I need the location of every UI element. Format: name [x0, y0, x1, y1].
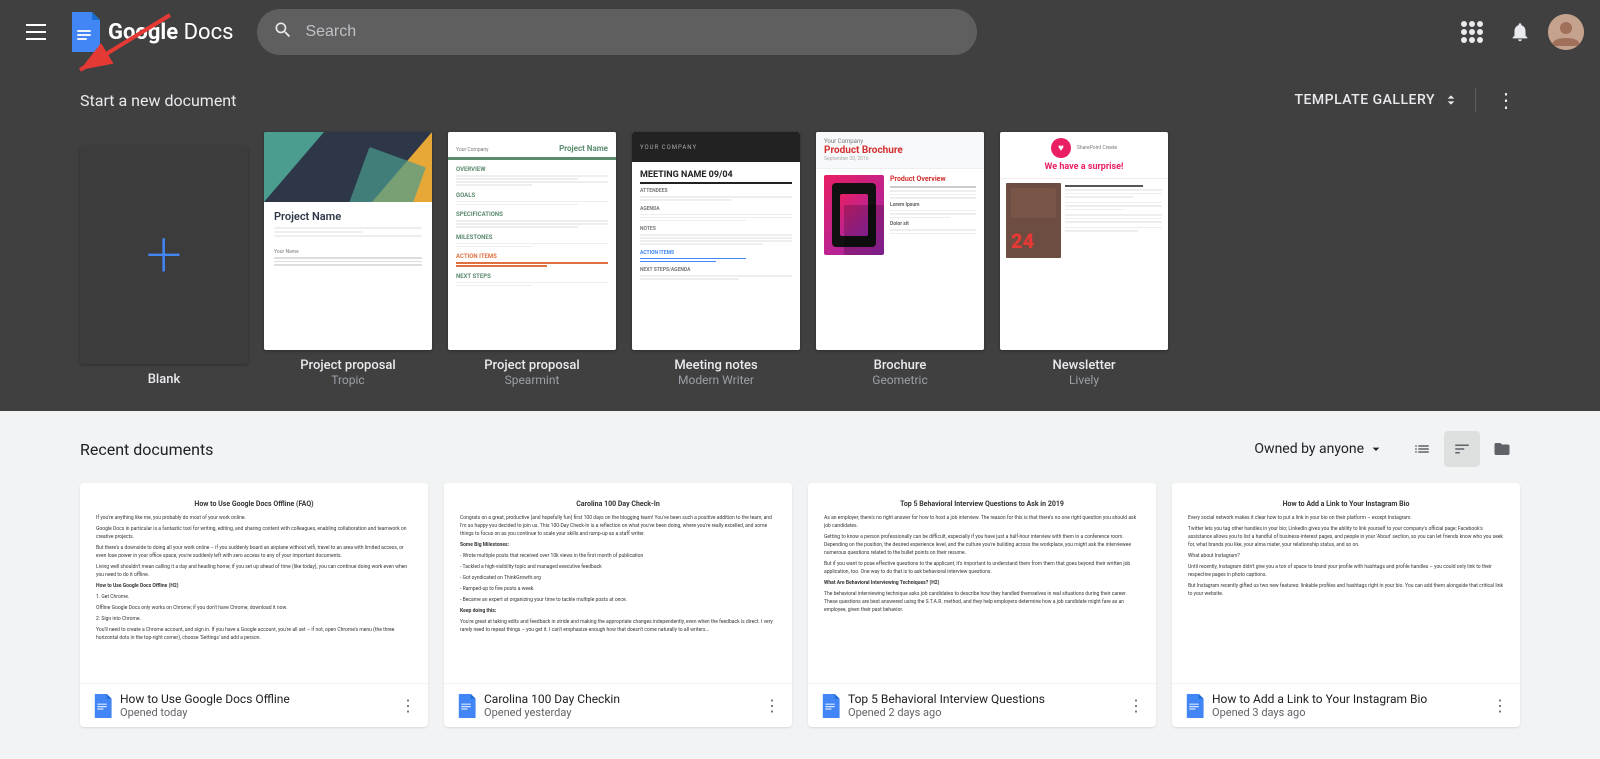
recent-section-title: Recent documents	[80, 440, 213, 459]
template-name-tropic: Project proposal	[300, 358, 395, 373]
doc-info-3: How to Add a Link to Your Instagram Bio …	[1212, 692, 1484, 719]
newsletter-thumbnail: ♥ SharePoint Create We have a surprise! …	[1000, 132, 1168, 350]
doc-more-button-3[interactable]: ⋮	[1492, 696, 1508, 715]
doc-date-2: Opened 2 days ago	[848, 706, 1120, 719]
folder-button[interactable]	[1484, 431, 1520, 467]
tropic-thumbnail: Project Name Your Name	[264, 132, 432, 350]
notifications-button[interactable]	[1500, 12, 1540, 52]
view-icons	[1404, 431, 1520, 467]
doc-footer-2: Top 5 Behavioral Interview Questions Ope…	[808, 683, 1156, 727]
logo-text: Google Docs	[108, 20, 233, 45]
doc-more-button-0[interactable]: ⋮	[400, 696, 416, 715]
template-header: Start a new document TEMPLATE GALLERY ⋮	[80, 84, 1520, 116]
doc-preview-3: How to Add a Link to Your Instagram Bio …	[1172, 483, 1520, 683]
header-right	[1452, 12, 1584, 52]
doc-footer-3: How to Add a Link to Your Instagram Bio …	[1172, 683, 1520, 727]
template-sub-spearmint: Spearmint	[505, 373, 560, 387]
template-blank[interactable]: + Blank	[80, 146, 248, 387]
doc-info-2: Top 5 Behavioral Interview Questions Ope…	[848, 692, 1120, 719]
doc-preview-1: Carolina 100 Day Check-In Congrats on a …	[444, 483, 792, 683]
docs-logo-icon	[68, 12, 100, 52]
logo-link[interactable]: Google Docs	[68, 12, 233, 52]
folder-icon	[1493, 440, 1511, 458]
template-brochure[interactable]: Your Company Product Brochure September …	[816, 132, 984, 387]
template-name-spearmint: Project proposal	[484, 358, 579, 373]
header: Google Docs	[0, 0, 1600, 64]
template-name-brochure: Brochure	[874, 358, 927, 373]
doc-name-0: How to Use Google Docs Offline	[120, 692, 392, 706]
doc-more-button-1[interactable]: ⋮	[764, 696, 780, 715]
avatar[interactable]	[1548, 14, 1584, 50]
template-name-meeting: Meeting notes	[674, 358, 757, 373]
doc-footer-1: Carolina 100 Day Checkin Opened yesterda…	[444, 683, 792, 727]
doc-more-button-2[interactable]: ⋮	[1128, 696, 1144, 715]
sort-button[interactable]	[1444, 431, 1480, 467]
more-options-button[interactable]: ⋮	[1492, 84, 1520, 116]
list-icon	[1413, 440, 1431, 458]
template-meeting-notes[interactable]: YOUR COMPANY MEETING NAME 09/04 ATTENDEE…	[632, 132, 800, 387]
templates-row: + Blank Project Name Your Name	[80, 132, 1520, 387]
recent-doc-2[interactable]: Top 5 Behavioral Interview Questions to …	[808, 483, 1156, 727]
search-icon	[273, 20, 293, 44]
plus-icon: +	[146, 223, 182, 287]
doc-info-1: Carolina 100 Day Checkin Opened yesterda…	[484, 692, 756, 719]
doc-preview-2: Top 5 Behavioral Interview Questions to …	[808, 483, 1156, 683]
recent-header: Recent documents Owned by anyone	[80, 431, 1520, 467]
doc-footer-0: How to Use Google Docs Offline Opened to…	[80, 683, 428, 727]
divider	[1475, 88, 1476, 112]
doc-preview-0: How to Use Google Docs Offline (FAQ) If …	[80, 483, 428, 683]
apps-button[interactable]	[1452, 12, 1492, 52]
recent-doc-0[interactable]: How to Use Google Docs Offline (FAQ) If …	[80, 483, 428, 727]
search-bar[interactable]	[257, 9, 977, 55]
template-name-newsletter: Newsletter	[1052, 358, 1115, 373]
doc-name-2: Top 5 Behavioral Interview Questions	[848, 692, 1120, 706]
template-sub-brochure: Geometric	[872, 373, 927, 387]
owned-by-dropdown[interactable]: Owned by anyone	[1242, 435, 1396, 463]
expand-icon	[1443, 92, 1459, 108]
meeting-thumbnail: YOUR COMPANY MEETING NAME 09/04 ATTENDEE…	[632, 132, 800, 350]
doc-file-icon-1	[456, 694, 476, 718]
dropdown-arrow-icon	[1368, 441, 1384, 457]
grid-icon	[1461, 21, 1483, 43]
recent-doc-3[interactable]: How to Add a Link to Your Instagram Bio …	[1172, 483, 1520, 727]
search-input[interactable]	[305, 23, 961, 41]
recent-docs-grid: How to Use Google Docs Offline (FAQ) If …	[80, 483, 1520, 727]
doc-date-3: Opened 3 days ago	[1212, 706, 1484, 719]
doc-date-0: Opened today	[120, 706, 392, 719]
sort-icon	[1453, 440, 1471, 458]
template-sub-tropic: Tropic	[331, 373, 364, 387]
doc-file-icon-3	[1184, 694, 1204, 718]
doc-file-icon-2	[820, 694, 840, 718]
template-project-spearmint[interactable]: Your Company Project Name OVERVIEW GOALS…	[448, 132, 616, 387]
template-section: Start a new document TEMPLATE GALLERY ⋮ …	[0, 64, 1600, 411]
template-section-title: Start a new document	[80, 91, 236, 110]
template-project-tropic[interactable]: Project Name Your Name Project proposal …	[264, 132, 432, 387]
recent-doc-1[interactable]: Carolina 100 Day Check-In Congrats on a …	[444, 483, 792, 727]
avatar-image	[1548, 14, 1584, 50]
brochure-thumbnail: Your Company Product Brochure September …	[816, 132, 984, 350]
bell-icon	[1509, 21, 1531, 43]
doc-name-1: Carolina 100 Day Checkin	[484, 692, 756, 706]
spearmint-thumbnail: Your Company Project Name OVERVIEW GOALS…	[448, 132, 616, 350]
template-newsletter[interactable]: ♥ SharePoint Create We have a surprise! …	[1000, 132, 1168, 387]
template-name-blank: Blank	[148, 372, 181, 387]
doc-date-1: Opened yesterday	[484, 706, 756, 719]
doc-name-3: How to Add a Link to Your Instagram Bio	[1212, 692, 1484, 706]
blank-thumbnail: +	[80, 146, 248, 364]
template-sub-newsletter: Lively	[1069, 373, 1099, 387]
doc-info-0: How to Use Google Docs Offline Opened to…	[120, 692, 392, 719]
template-gallery-actions: TEMPLATE GALLERY ⋮	[1294, 84, 1520, 116]
template-sub-meeting: Modern Writer	[678, 373, 754, 387]
recent-controls: Owned by anyone	[1242, 431, 1520, 467]
template-gallery-button[interactable]: TEMPLATE GALLERY	[1294, 92, 1459, 108]
menu-button[interactable]	[16, 12, 56, 52]
recent-section: Recent documents Owned by anyone	[0, 411, 1600, 747]
hamburger-icon	[26, 24, 46, 40]
doc-file-icon-0	[92, 694, 112, 718]
list-view-button[interactable]	[1404, 431, 1440, 467]
